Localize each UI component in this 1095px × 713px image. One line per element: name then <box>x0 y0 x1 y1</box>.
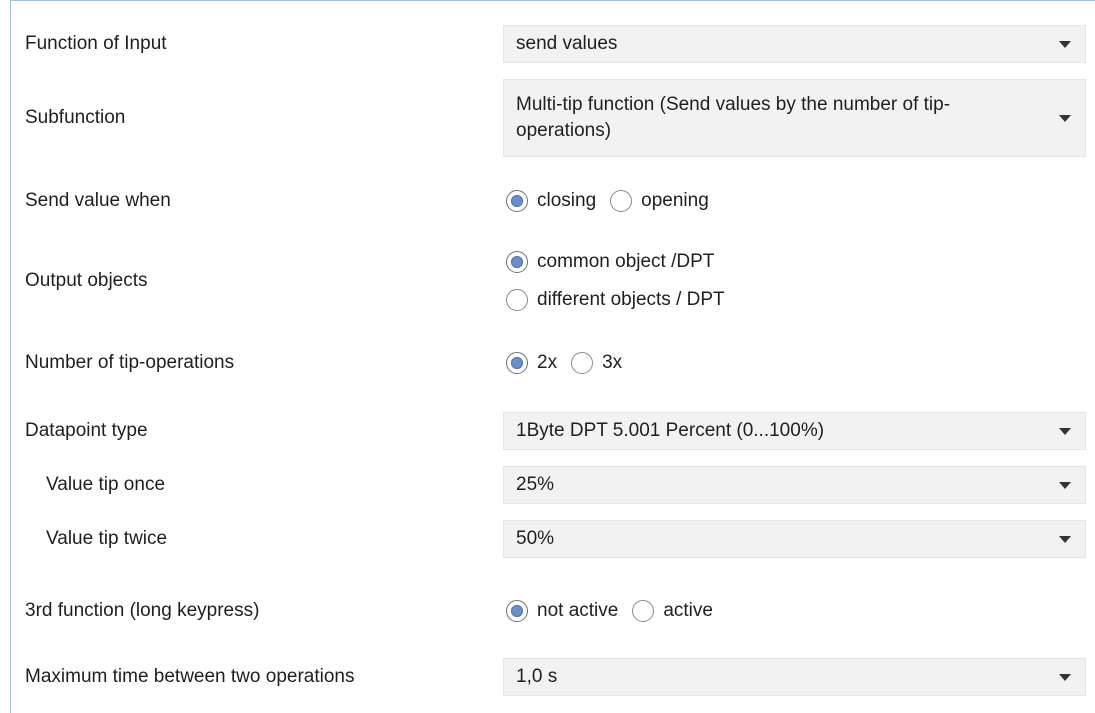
maximum-time-select[interactable]: 1,0 s <box>503 658 1086 696</box>
number-tip-label: Number of tip-operations <box>25 352 235 373</box>
datapoint-type-label: Datapoint type <box>25 420 148 441</box>
row-number-tip-operations: Number of tip-operations 2x 3x <box>0 343 1095 383</box>
output-objects-label: Output objects <box>25 270 148 291</box>
third-function-label: 3rd function (long keypress) <box>25 600 260 621</box>
send-value-opening-label: opening <box>641 190 709 211</box>
radio-icon[interactable] <box>506 190 528 212</box>
subfunction-value: Multi-tip function (Send values by the n… <box>516 94 951 141</box>
row-value-tip-once: Value tip once 25% <box>0 466 1095 504</box>
tip-3x-option[interactable]: 3x <box>571 347 622 379</box>
output-different-label: different objects / DPT <box>537 289 725 310</box>
function-of-input-value: send values <box>516 33 618 55</box>
chevron-down-icon <box>1059 482 1071 489</box>
third-function-radio-group: not active active <box>506 591 727 631</box>
value-tip-twice-label: Value tip twice <box>46 528 168 549</box>
output-common-option[interactable]: common object /DPT <box>506 247 714 277</box>
row-send-value-when: Send value when closing opening <box>0 181 1095 221</box>
send-value-closing-option[interactable]: closing <box>506 185 596 217</box>
maximum-time-value: 1,0 s <box>516 666 558 688</box>
row-third-function: 3rd function (long keypress) not active … <box>0 591 1095 631</box>
third-not-active-label: not active <box>537 600 619 621</box>
send-value-closing-label: closing <box>537 190 597 211</box>
row-function-of-input: Function of Input send values <box>0 25 1095 63</box>
tip-3x-label: 3x <box>602 352 623 373</box>
output-different-option[interactable]: different objects / DPT <box>506 285 725 315</box>
send-value-opening-option[interactable]: opening <box>610 185 709 217</box>
datapoint-type-select[interactable]: 1Byte DPT 5.001 Percent (0...100%) <box>503 412 1086 450</box>
value-tip-twice-value: 50% <box>516 528 555 550</box>
radio-icon[interactable] <box>506 251 528 273</box>
chevron-down-icon <box>1059 41 1071 48</box>
value-tip-once-value: 25% <box>516 474 555 496</box>
row-maximum-time: Maximum time between two operations 1,0 … <box>0 658 1095 696</box>
third-active-option[interactable]: active <box>632 595 713 627</box>
output-objects-radio-group: common object /DPT different objects / D… <box>506 243 739 319</box>
number-tip-radio-group: 2x 3x <box>506 343 636 383</box>
radio-icon[interactable] <box>571 352 594 374</box>
row-value-tip-twice: Value tip twice 50% <box>0 520 1095 558</box>
chevron-down-icon <box>1059 115 1071 122</box>
send-value-when-radio-group: closing opening <box>506 181 723 221</box>
tip-2x-label: 2x <box>537 352 558 373</box>
chevron-down-icon <box>1059 428 1071 435</box>
radio-icon[interactable] <box>632 600 655 622</box>
value-tip-twice-select[interactable]: 50% <box>503 520 1086 558</box>
row-datapoint-type: Datapoint type 1Byte DPT 5.001 Percent (… <box>0 412 1095 450</box>
subfunction-select[interactable]: Multi-tip function (Send values by the n… <box>503 79 1086 157</box>
tip-2x-option[interactable]: 2x <box>506 347 557 379</box>
third-not-active-option[interactable]: not active <box>506 595 618 627</box>
radio-icon[interactable] <box>506 289 528 311</box>
third-active-label: active <box>663 600 713 621</box>
output-common-label: common object /DPT <box>537 251 715 272</box>
function-of-input-select[interactable]: send values <box>503 25 1086 63</box>
radio-icon[interactable] <box>610 190 633 212</box>
chevron-down-icon <box>1059 674 1071 681</box>
maximum-time-label: Maximum time between two operations <box>25 666 355 687</box>
value-tip-once-label: Value tip once <box>46 474 166 495</box>
send-value-when-label: Send value when <box>25 190 171 211</box>
chevron-down-icon <box>1059 536 1071 543</box>
value-tip-once-select[interactable]: 25% <box>503 466 1086 504</box>
datapoint-type-value: 1Byte DPT 5.001 Percent (0...100%) <box>516 420 825 442</box>
row-output-objects: Output objects common object /DPT differ… <box>0 243 1095 319</box>
function-of-input-label: Function of Input <box>25 33 167 54</box>
radio-icon[interactable] <box>506 352 528 374</box>
subfunction-label: Subfunction <box>25 107 126 128</box>
row-subfunction: Subfunction Multi-tip function (Send val… <box>0 79 1095 157</box>
radio-icon[interactable] <box>506 600 528 622</box>
